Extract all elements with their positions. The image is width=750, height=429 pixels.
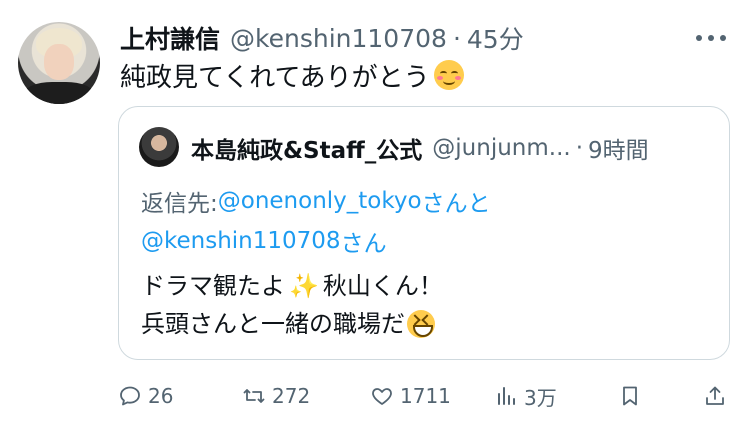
more-dots-icon[interactable] (696, 24, 726, 52)
tweet-text: 純政見てくれてありがとう (120, 56, 464, 94)
reply-to-line-2: @kenshin110708 さん (141, 223, 387, 259)
tweet-text-content: 純政見てくれてありがとう (120, 62, 430, 93)
quoted-tweet-header: 本島純政&Staff_公式 @junjunm... · 9時間 (191, 129, 649, 167)
view-count: 3万 (524, 385, 557, 410)
reply-prefix: 返信先: (141, 191, 218, 217)
quoted-tweet-card[interactable]: 本島純政&Staff_公式 @junjunm... · 9時間 返信先: @on… (118, 106, 730, 360)
grinning-squinting-face-emoji-icon (407, 310, 435, 338)
quoted-text-part: ドラマ観たよ (141, 272, 285, 300)
tweet-header: 上村謙信 @kenshin110708 · 45分 (120, 18, 524, 58)
mention-link[interactable]: @onenonly_tokyo (218, 188, 422, 214)
avatar-shirt (24, 82, 94, 104)
avatar-face (44, 44, 74, 80)
quoted-timestamp: 9時間 (588, 138, 649, 164)
bookmark-button[interactable] (618, 378, 648, 414)
more-dot (720, 35, 726, 41)
quoted-text-line: ドラマ観たよ ✨ 秋山くん！ (141, 267, 443, 305)
header-separator: · (452, 23, 461, 53)
tweet-action-bar: 26 272 1711 3万 (118, 378, 730, 414)
retweet-icon (243, 389, 265, 403)
views-button[interactable]: 3万 (494, 378, 557, 414)
speech-bubble-icon (120, 386, 140, 406)
like-button[interactable]: 1711 (370, 378, 451, 414)
author-handle[interactable]: @kenshin110708 (230, 24, 447, 53)
quoted-text-part: 秋山くん！ (322, 272, 443, 300)
share-icon (706, 386, 724, 405)
heart-icon (372, 388, 392, 405)
reply-to-line: 返信先: @onenonly_tokyo さんと (141, 183, 491, 219)
mention-link[interactable]: @kenshin110708 (141, 228, 341, 254)
more-dot (696, 35, 702, 41)
quoted-author-avatar[interactable] (139, 127, 179, 167)
retweet-count: 272 (272, 384, 311, 408)
reply-button[interactable]: 26 (118, 378, 173, 414)
share-button[interactable] (703, 378, 733, 414)
bar-chart-icon (498, 387, 515, 405)
quoted-author-handle: @junjunm... (432, 135, 571, 161)
bookmark-icon (623, 386, 637, 406)
reply-connector: さんと (421, 191, 491, 217)
quoted-author-name: 本島純政&Staff_公式 (191, 138, 423, 164)
smiling-face-emoji-icon (433, 60, 464, 90)
author-name[interactable]: 上村謙信 (120, 20, 220, 56)
like-count: 1711 (400, 384, 451, 408)
author-avatar[interactable] (18, 22, 100, 104)
reply-suffix: さん (340, 231, 387, 257)
quoted-tweet-text: ドラマ観たよ ✨ 秋山くん！ 兵頭さんと一緒の職場だ (141, 267, 443, 343)
more-dot (708, 35, 714, 41)
quoted-header-separator: · (575, 135, 584, 161)
retweet-button[interactable]: 272 (242, 378, 310, 414)
sparkles-emoji-icon: ✨ (289, 272, 319, 300)
quoted-text-line: 兵頭さんと一緒の職場だ (141, 305, 443, 343)
quoted-text-part: 兵頭さんと一緒の職場だ (141, 310, 405, 338)
tweet-timestamp[interactable]: 45分 (467, 20, 524, 56)
reply-count: 26 (148, 384, 174, 408)
